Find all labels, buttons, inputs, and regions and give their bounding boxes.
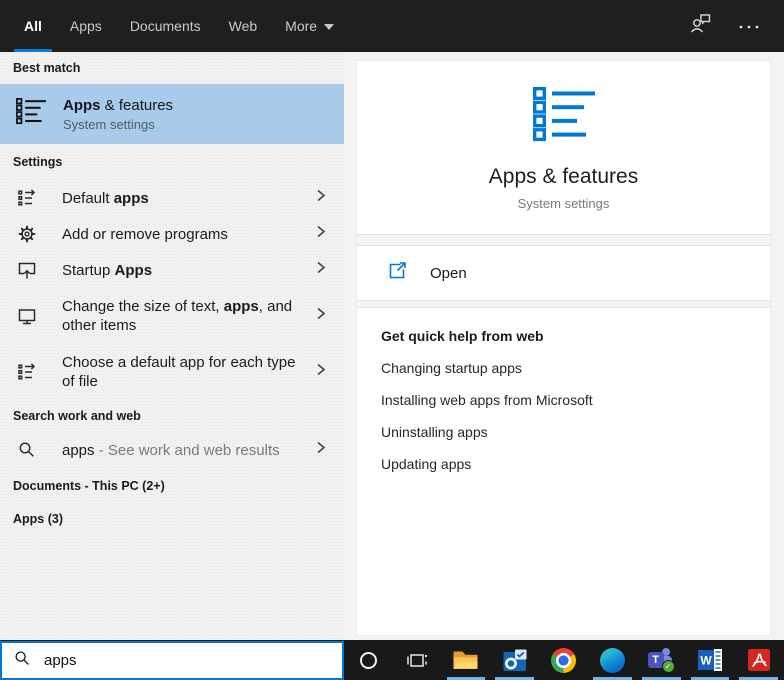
outlook-icon[interactable] (490, 640, 539, 680)
svg-text:W: W (700, 654, 712, 668)
tab-more[interactable]: More (275, 0, 344, 52)
chevron-right-icon (316, 307, 326, 326)
result-label: Change the size of text, apps, and other… (62, 297, 310, 335)
preview-subtitle: System settings (357, 196, 770, 211)
result-label: Startup Apps (62, 261, 152, 280)
result-add-remove-programs[interactable]: Add or remove programs (0, 216, 344, 252)
tab-web-label: Web (229, 18, 258, 34)
chevron-right-icon (316, 225, 326, 244)
best-match-section-label: Best match (0, 52, 344, 84)
chevron-right-icon (316, 363, 326, 382)
taskbar-icons: T ✓ W (344, 640, 784, 680)
settings-section-label: Settings (0, 144, 344, 180)
help-link-uninstalling-apps[interactable]: Uninstalling apps (381, 424, 746, 442)
tab-all-label: All (24, 18, 42, 34)
chevron-right-icon (316, 261, 326, 280)
search-input[interactable] (44, 652, 294, 669)
ellipsis-icon[interactable] (738, 17, 760, 35)
preview-panel: Apps & features System settings Open Get… (344, 52, 784, 640)
teams-logo: T ✓ (648, 647, 675, 673)
task-view-icon[interactable] (393, 640, 442, 680)
search-web-section-label: Search work and web (0, 400, 344, 432)
windows-search-flyout: { "header": { "tabs": [ {"label": "All",… (0, 0, 784, 680)
chrome-icon[interactable] (539, 640, 588, 680)
open-external-icon (387, 260, 408, 286)
tab-more-label: More (285, 18, 317, 34)
startup-window-icon (17, 260, 37, 280)
preview-card: Apps & features System settings Open Get… (356, 60, 771, 636)
results-panel: Best match Apps & features System settin… (0, 52, 344, 640)
result-label: Default apps (62, 189, 149, 208)
result-label: Add or remove programs (62, 225, 228, 244)
search-icon (14, 650, 31, 672)
help-link-changing-startup-apps[interactable]: Changing startup apps (381, 360, 746, 378)
default-apps-list-icon (17, 188, 37, 208)
search-header: All Apps Documents Web More (0, 0, 784, 52)
taskbar: T ✓ W (0, 640, 784, 680)
section-divider (357, 300, 770, 308)
tab-documents-label: Documents (130, 18, 201, 34)
tab-apps-label: Apps (70, 18, 102, 34)
display-icon (17, 306, 37, 326)
file-explorer-icon[interactable] (442, 640, 491, 680)
taskbar-search-box[interactable] (0, 641, 344, 680)
section-divider (357, 234, 770, 246)
help-link-updating-apps[interactable]: Updating apps (381, 456, 746, 474)
chrome-ball (551, 648, 576, 673)
tab-all[interactable]: All (14, 0, 52, 52)
quick-help-section: Get quick help from web Changing startup… (357, 308, 770, 635)
word-icon[interactable]: W (686, 640, 735, 680)
result-label: Choose a default app for each type of fi… (62, 353, 310, 391)
edge-icon[interactable] (588, 640, 637, 680)
quick-help-heading: Get quick help from web (381, 328, 746, 346)
tab-web[interactable]: Web (219, 0, 268, 52)
feedback-icon[interactable] (689, 12, 712, 40)
default-apps-list-icon (17, 362, 37, 382)
preview-hero: Apps & features System settings (357, 61, 770, 234)
best-match-result[interactable]: Apps & features System settings (0, 84, 344, 144)
gear-icon (17, 224, 37, 244)
result-label: apps - See work and web results (62, 441, 280, 460)
search-icon (17, 441, 37, 459)
result-web-search[interactable]: apps - See work and web results (0, 432, 344, 468)
chevron-right-icon (316, 189, 326, 208)
chevron-right-icon (316, 441, 326, 460)
tab-apps[interactable]: Apps (60, 0, 112, 52)
preview-title: Apps & features (357, 165, 770, 189)
apps-section-label[interactable]: Apps (3) (0, 504, 344, 534)
best-match-title: Apps & features (63, 97, 173, 114)
result-change-size[interactable]: Change the size of text, apps, and other… (0, 288, 344, 344)
cortana-icon[interactable] (344, 640, 393, 680)
edge-ball (600, 648, 625, 673)
teams-icon[interactable]: T ✓ (637, 640, 686, 680)
cortana-ring (360, 652, 377, 669)
apps-features-list-icon (16, 98, 46, 130)
apps-features-list-icon (357, 87, 770, 143)
tab-documents[interactable]: Documents (120, 0, 211, 52)
open-button-label: Open (430, 265, 467, 282)
filter-tabs: All Apps Documents Web More (14, 0, 784, 52)
open-button[interactable]: Open (357, 246, 770, 300)
documents-section-label[interactable]: Documents - This PC (2+) (0, 468, 344, 504)
result-default-apps[interactable]: Default apps (0, 180, 344, 216)
result-choose-default-app[interactable]: Choose a default app for each type of fi… (0, 344, 344, 400)
best-match-subtitle: System settings (63, 117, 173, 132)
acrobat-icon[interactable] (734, 640, 783, 680)
help-link-installing-web-apps[interactable]: Installing web apps from Microsoft (381, 392, 746, 410)
result-startup-apps[interactable]: Startup Apps (0, 252, 344, 288)
chevron-down-icon (324, 24, 334, 30)
